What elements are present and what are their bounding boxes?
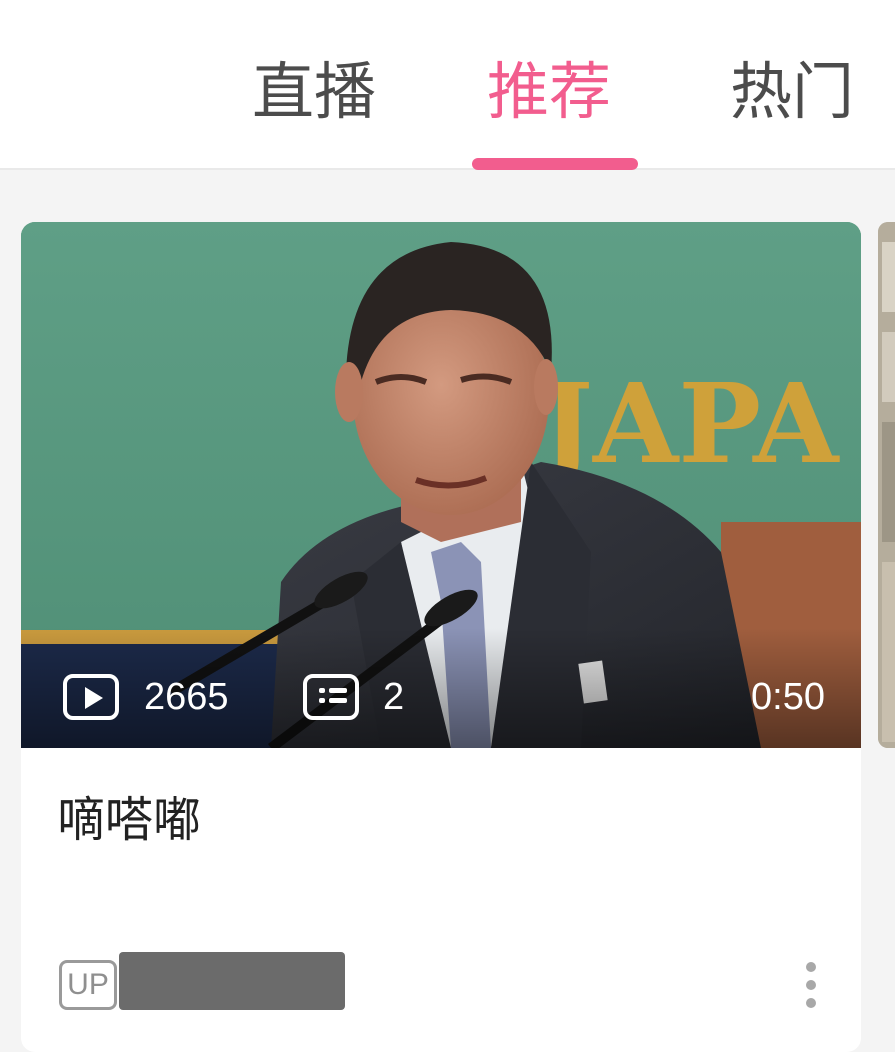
tab-recommended[interactable]: 推荐 bbox=[487, 52, 611, 132]
next-video-card-peek[interactable] bbox=[878, 222, 895, 748]
active-tab-indicator bbox=[472, 158, 638, 170]
play-count: 2665 bbox=[144, 676, 229, 718]
tab-hot[interactable]: 热门 bbox=[730, 52, 854, 132]
comment-count: 2 bbox=[383, 676, 405, 718]
video-title[interactable]: 嘀嗒嘟 bbox=[57, 790, 201, 850]
top-tab-bar: 直播 推荐 热门 bbox=[0, 0, 895, 170]
play-icon bbox=[63, 674, 119, 720]
uploader-name-redacted[interactable] bbox=[119, 952, 345, 1010]
video-duration: 0:50 bbox=[751, 676, 825, 718]
next-thumbnail-image bbox=[878, 222, 895, 748]
wall-lettering: JAPA bbox=[532, 359, 840, 488]
more-options-icon[interactable] bbox=[799, 960, 823, 1010]
tab-live[interactable]: 直播 bbox=[252, 52, 376, 132]
video-thumbnail[interactable]: JAPA 2665 2 0:50 bbox=[21, 222, 861, 748]
up-badge: UP bbox=[59, 960, 117, 1010]
video-card[interactable]: JAPA 2665 2 0:50 嘀嗒嘟 UP bbox=[21, 222, 861, 1052]
comment-icon bbox=[303, 674, 359, 720]
video-stats-bar: 2665 2 0:50 bbox=[21, 648, 861, 748]
